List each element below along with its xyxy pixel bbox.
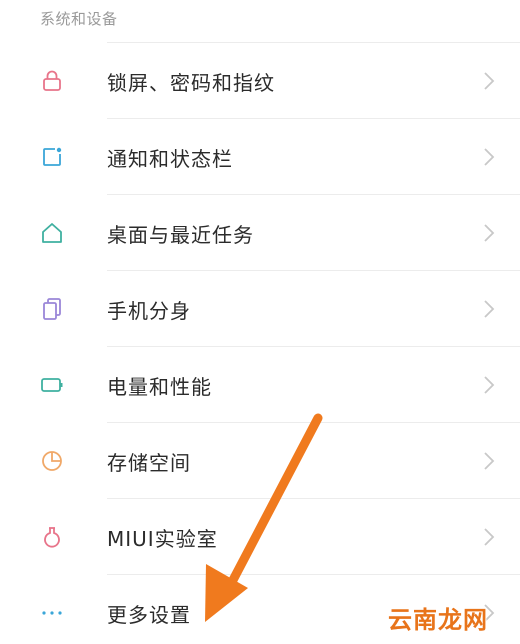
section-header: 系统和设备	[40, 10, 118, 28]
settings-item-label: MIUI实验室	[107, 526, 218, 551]
settings-item-label: 存储空间	[107, 450, 191, 475]
chevron-right-icon	[482, 70, 496, 92]
settings-item-storage[interactable]: 存储空间	[0, 423, 520, 499]
chevron-right-icon	[482, 526, 496, 548]
watermark: 云南龙网	[388, 606, 488, 634]
settings-item-label: 电量和性能	[107, 374, 212, 399]
settings-item-miui-lab[interactable]: MIUI实验室	[0, 499, 520, 575]
settings-item-label: 通知和状态栏	[107, 146, 233, 171]
lock-icon	[40, 69, 64, 93]
settings-item-label: 更多设置	[107, 602, 191, 627]
settings-item-battery[interactable]: 电量和性能	[0, 347, 520, 423]
chevron-right-icon	[482, 374, 496, 396]
chevron-right-icon	[482, 222, 496, 244]
settings-item-dual-apps[interactable]: 手机分身	[0, 271, 520, 347]
lab-flask-icon	[40, 525, 64, 549]
more-dots-icon	[40, 601, 64, 625]
chevron-right-icon	[482, 450, 496, 472]
settings-item-notifications[interactable]: 通知和状态栏	[0, 119, 520, 195]
chevron-right-icon	[482, 146, 496, 168]
settings-item-lock-screen[interactable]: 锁屏、密码和指纹	[0, 43, 520, 119]
settings-item-home-screen[interactable]: 桌面与最近任务	[0, 195, 520, 271]
battery-icon	[40, 373, 64, 397]
settings-item-label: 桌面与最近任务	[107, 222, 254, 247]
home-icon	[40, 221, 64, 245]
settings-item-label: 锁屏、密码和指纹	[107, 70, 275, 95]
settings-item-label: 手机分身	[107, 298, 191, 323]
notification-icon	[40, 145, 64, 169]
storage-pie-icon	[40, 449, 64, 473]
dual-phone-icon	[40, 297, 64, 321]
chevron-right-icon	[482, 298, 496, 320]
